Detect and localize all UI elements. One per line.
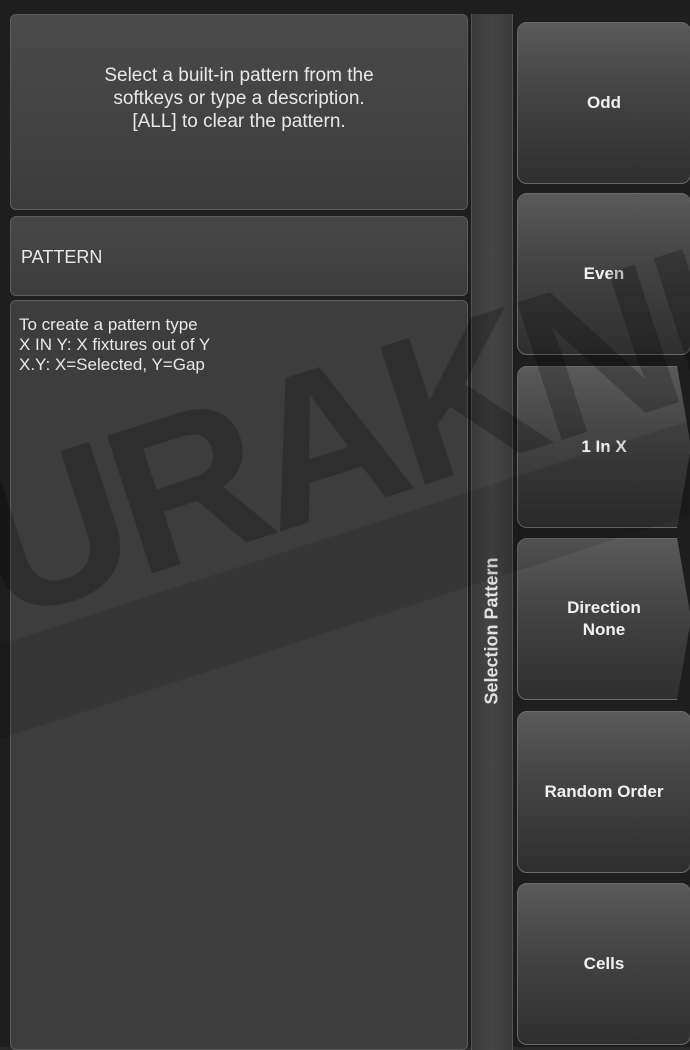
help-line: X.Y: X=Selected, Y=Gap xyxy=(19,355,205,374)
softkey-1-in-x[interactable]: 1 In X xyxy=(517,366,690,528)
help-panel: To create a pattern type X IN Y: X fixtu… xyxy=(10,300,468,1050)
help-line: X IN Y: X fixtures out of Y xyxy=(19,335,211,354)
softkey-random-order[interactable]: Random Order xyxy=(517,711,690,873)
softkey-odd[interactable]: Odd xyxy=(517,22,690,184)
pattern-label: PATTERN xyxy=(21,247,103,267)
softkey-screen: Select a built-in pattern from the softk… xyxy=(0,0,690,1050)
help-line: To create a pattern type xyxy=(19,315,198,334)
selection-pattern-label: Selection Pattern xyxy=(481,557,502,705)
softkey-direction[interactable]: Direction None xyxy=(517,538,690,700)
softkey-cells[interactable]: Cells xyxy=(517,883,690,1045)
prompt-text: Select a built-in pattern from the softk… xyxy=(104,64,374,132)
pattern-input-field[interactable]: PATTERN xyxy=(10,216,468,296)
prompt-panel: Select a built-in pattern from the softk… xyxy=(10,14,468,210)
selection-pattern-strip: Selection Pattern xyxy=(471,14,513,1050)
softkey-even[interactable]: Even xyxy=(517,193,690,355)
